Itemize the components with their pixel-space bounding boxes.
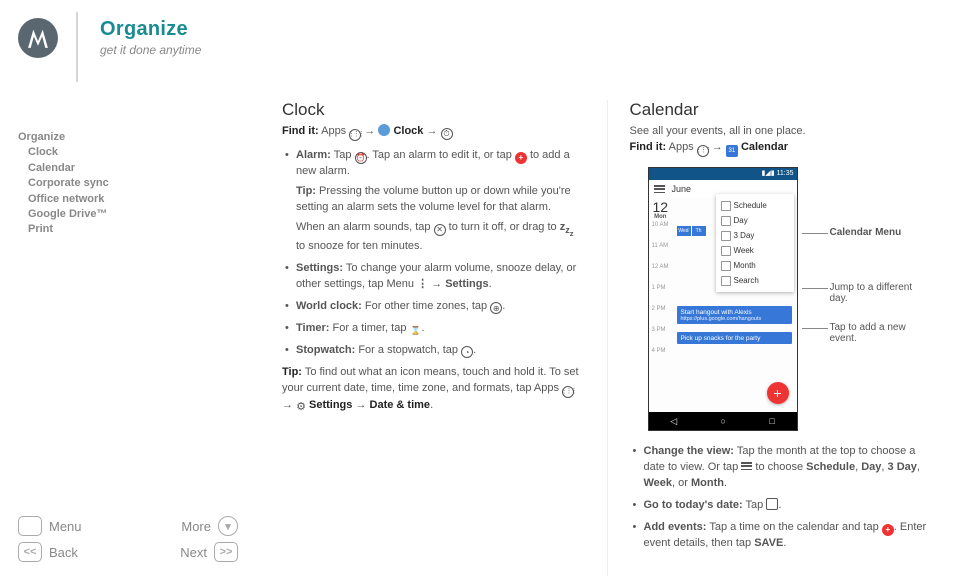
phone-hours: 10 AM 11 AM 12 AM 1 PM 2 PM 3 PM 4 PM [652,222,669,369]
add-icon [515,152,527,164]
calendar-heading: Calendar [630,100,933,120]
timer-item: Timer: For a timer, tap ⌛. [282,318,585,340]
toc-item[interactable]: Clock [18,145,246,160]
menu-label: Menu [49,519,82,534]
add-events-item: Add events: Tap a time on the calendar a… [630,517,933,555]
apps-icon [349,129,361,141]
stopwatch-item: Stopwatch: For a stopwatch, tap ◔. [282,340,585,362]
divider [76,12,78,82]
phone-screenshot: ▮◢▮ 11:35 June 12 Mon WedTh [648,167,798,431]
phone-week-labels: WedTh [677,226,706,236]
dismiss-icon: ✕ [434,224,446,236]
alarm-item: Alarm: Tap ⏰. Tap an alarm to edit it, o… [282,145,585,258]
table-of-contents: Organize Clock Calendar Corporate sync O… [18,130,246,238]
next-label: Next [180,545,207,560]
phone-fab-add: + [767,382,789,404]
more-button[interactable]: More ▾ [181,516,238,536]
phone-nav-bar: ◁○□ [649,412,797,430]
next-icon: >> [214,542,238,562]
clock-heading: Clock [282,100,585,120]
back-button[interactable]: << Back [18,542,78,562]
back-label: Back [49,545,78,560]
phone-status-bar: ▮◢▮ 11:35 [649,168,797,180]
clock-tip: Tip: To find out what an icon means, tou… [282,365,585,414]
apps-icon [697,145,709,157]
toc-item[interactable]: Calendar [18,161,246,176]
phone-event: Start hangout with Alexis https://plus.g… [677,306,792,324]
toc-item[interactable]: Print [18,222,246,237]
gear-icon: ⚙ [296,400,306,416]
calendar-findit: Find it: Apps → 31 Calendar [630,140,933,157]
hamburger-icon [654,185,665,193]
calendar-intro: See all your events, all in one place. [630,124,933,140]
worldclock-item: World clock: For other time zones, tap ⊕… [282,296,585,318]
clock-icon: ⏱ [441,128,453,140]
page-title: Organize [100,18,201,41]
phone-view-menu: Schedule Day 3 Day Week Month Search [716,194,794,292]
more-icon: ▾ [218,516,238,536]
callout-menu: Calendar Menu [830,227,902,238]
toc-item[interactable]: Organize [18,130,246,145]
menu-button[interactable]: Menu [18,516,82,536]
today-icon [766,498,778,510]
callout-add: Tap to add a new event. [830,322,933,344]
globe-icon: ⊕ [490,302,502,314]
apps-icon [562,386,574,398]
calendar-app-icon: 31 [726,145,738,157]
stopwatch-icon: ◔ [461,346,473,358]
change-view-item: Change the view: Tap the month at the to… [630,441,933,495]
back-icon: << [18,542,42,562]
clock-findit: Find it: Apps → Clock → ⏱ [282,124,585,141]
phone-event: Pick up snacks for the party [677,332,792,344]
menu-icon [18,516,42,536]
page-subtitle: get it done anytime [100,43,201,57]
hamburger-icon [741,462,752,470]
callout-jump: Jump to a different day. [830,282,933,304]
today-item: Go to today's date: Tap . [630,495,933,517]
add-icon [882,524,894,536]
motorola-logo [18,18,58,58]
clock-app-icon [378,124,390,136]
toc-item[interactable]: Office network [18,192,246,207]
toc-item[interactable]: Google Drive™ [18,207,246,222]
alarm-icon: ⏰ [355,152,367,164]
settings-item: Settings: To change your alarm volume, s… [282,258,585,296]
toc-item[interactable]: Corporate sync [18,176,246,191]
more-label: More [181,519,211,534]
hourglass-icon: ⌛ [410,324,422,336]
next-button[interactable]: Next >> [180,542,238,562]
phone-date: 12 Mon [653,200,669,220]
